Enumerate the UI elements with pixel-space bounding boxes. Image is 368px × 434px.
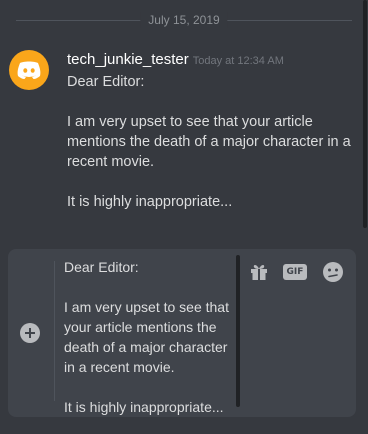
- date-divider-label: July 15, 2019: [140, 12, 228, 28]
- emoji-icon: [323, 262, 343, 282]
- message-content: Dear Editor: I am very upset to see that…: [67, 72, 352, 212]
- message-timestamp: Today at 12:34 AM: [192, 55, 284, 67]
- input-line: I am very upset to see that your article…: [64, 299, 229, 375]
- input-line: Dear Editor:: [64, 259, 139, 275]
- attach-button[interactable]: [20, 323, 40, 343]
- message-line: Dear Editor:: [67, 74, 145, 90]
- composer-buttons: GIF: [249, 261, 349, 283]
- input-scrollbar[interactable]: [236, 255, 240, 407]
- input-line: It is highly inappropriate...: [64, 399, 224, 415]
- gif-button[interactable]: GIF: [282, 261, 308, 283]
- message-composer: Dear Editor: I am very upset to see that…: [8, 249, 356, 417]
- messages-scrollbar-thumb[interactable]: [363, 0, 367, 228]
- input-blank-line: [64, 377, 234, 397]
- message-input[interactable]: Dear Editor: I am very upset to see that…: [64, 257, 234, 417]
- plus-circle-icon: [25, 328, 35, 338]
- gif-icon: GIF: [283, 264, 307, 280]
- avatar[interactable]: [9, 50, 49, 90]
- message-line: I am very upset to see that your article…: [67, 114, 351, 170]
- chat-window: July 15, 2019 tech_junkie_tester Today at…: [0, 0, 368, 434]
- input-blank-line: [64, 277, 234, 297]
- discord-logo-icon: [17, 61, 41, 79]
- date-divider: July 15, 2019: [16, 10, 352, 30]
- gift-button[interactable]: [249, 261, 269, 283]
- emoji-button[interactable]: [322, 261, 344, 283]
- message-header: tech_junkie_tester Today at 12:34 AM: [67, 50, 284, 71]
- gift-icon: [251, 264, 267, 280]
- username[interactable]: tech_junkie_tester: [67, 51, 189, 68]
- chat-message: tech_junkie_tester Today at 12:34 AM Dear…: [0, 40, 362, 220]
- composer-divider: [54, 261, 55, 401]
- messages-scrollbar[interactable]: [362, 0, 368, 230]
- message-line: It is highly inappropriate...: [67, 194, 233, 210]
